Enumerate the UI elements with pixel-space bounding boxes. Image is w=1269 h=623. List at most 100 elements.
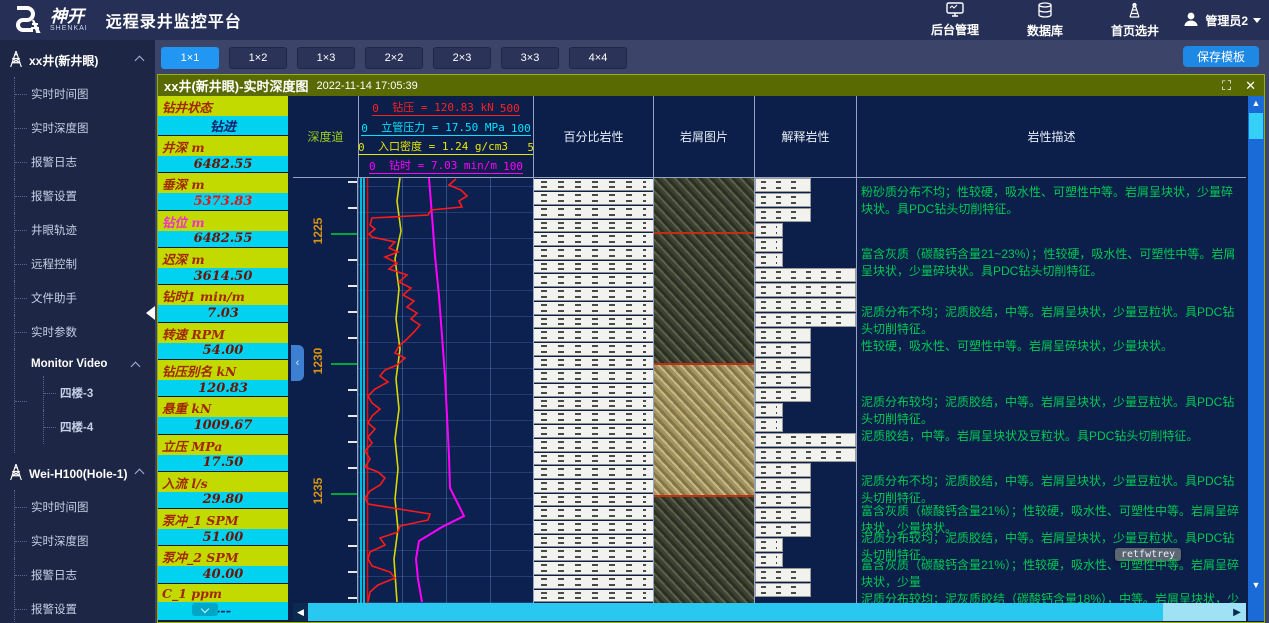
cuttings-photo-section — [654, 365, 754, 496]
sidebar-item-报警设置[interactable]: 报警设置 — [14, 179, 155, 213]
interpreted-lithology-bar — [755, 343, 811, 357]
parameter-label: 立压 MPa — [158, 435, 288, 455]
depth-minor-tick — [348, 545, 357, 547]
parameter-钻压别名: 钻压别名 kN120.83 — [158, 360, 288, 397]
interpreted-lithology-bar — [755, 523, 811, 537]
layout-tab-1×3[interactable]: 1×3 — [297, 47, 355, 69]
vertical-scrollbar[interactable]: ▲ ▼ — [1248, 96, 1264, 621]
interpreted-lithology-bar — [755, 553, 783, 567]
parameter-泵冲_2: 泵冲_2 SPM40.00 — [158, 546, 288, 583]
sidebar-item-实时时间图[interactable]: 实时时间图 — [14, 77, 155, 111]
parameter-迟深: 迟深 m3614.50 — [158, 248, 288, 285]
depth-minor-tick — [348, 441, 357, 443]
sidebar-item-Monitor Video[interactable]: Monitor Video四楼-3四楼-4 — [14, 349, 155, 453]
save-template-button[interactable]: 保存模板 — [1183, 46, 1259, 67]
layout-tab-3×3[interactable]: 3×3 — [501, 47, 559, 69]
sidebar-item-文件助手[interactable]: 文件助手 — [14, 281, 155, 315]
parameter-dropdown-button[interactable] — [192, 603, 218, 616]
interpreted-lithology-bar — [755, 238, 783, 252]
scroll-left-arrow-icon[interactable]: ◀ — [293, 603, 308, 621]
percent-lithology-row — [534, 316, 653, 329]
depth-minor-tick — [348, 181, 357, 183]
layout-tab-1×2[interactable]: 1×2 — [229, 47, 287, 69]
layout-tab-2×2[interactable]: 2×2 — [365, 47, 423, 69]
sidebar-item-报警日志[interactable]: 报警日志 — [14, 558, 155, 592]
sidebar-well-0[interactable]: xx井(新井眼) — [0, 40, 155, 77]
percent-lithology-row — [534, 329, 653, 342]
column-header-cuttings-photo: 岩屑图片 — [653, 96, 754, 178]
parameter-label: 井深 m — [158, 136, 288, 156]
admin-monitor-icon — [946, 2, 964, 20]
percent-lithology-row — [534, 302, 653, 315]
sidebar-well-1[interactable]: Wei-H100(Hole-1) — [0, 453, 155, 490]
sidebar-item-四楼-3[interactable]: 四楼-3 — [43, 376, 155, 410]
parameter-value: 7.03 — [158, 305, 288, 321]
sidebar-collapse-arrow-icon[interactable] — [146, 306, 155, 320]
percent-lithology-row — [534, 425, 653, 438]
well-select-derrick-icon — [1127, 2, 1142, 21]
percent-lithology-row — [534, 507, 653, 520]
parameter-立压: 立压 MPa17.50 — [158, 435, 288, 472]
sidebar-item-label: 远程控制 — [31, 259, 77, 271]
nav-database[interactable]: 数据库 — [1027, 2, 1063, 39]
parameter-钻位: 钻位 m6482.55 — [158, 211, 288, 248]
interpreted-lithology-bar — [755, 418, 783, 432]
close-icon[interactable]: ✕ — [1245, 79, 1256, 92]
sidebar-item-井眼轨迹[interactable]: 井眼轨迹 — [14, 213, 155, 247]
app-window: 神开 SHENKAI 远程录井监控平台 后台管理数据库首页选井 管理员2 xx井… — [0, 0, 1269, 623]
parameter-label: C_1 ppm — [158, 584, 288, 603]
parameter-label: 垂深 m — [158, 173, 288, 193]
parameter-value: --- — [158, 602, 288, 620]
parameter-C_1: C_1 ppm--- — [158, 584, 288, 621]
interpreted-lithology-bar — [755, 583, 811, 597]
interpreted-lithology-bar — [755, 493, 811, 507]
horizontal-scrollbar[interactable]: ◀ ▶ — [293, 603, 1246, 621]
header-nav: 后台管理 数据库 首页选井 — [931, 0, 1159, 40]
nav-well-select-derrick[interactable]: 首页选井 — [1111, 2, 1159, 39]
depth-label: 1230 — [311, 344, 325, 378]
interpreted-lithology-bar — [755, 298, 856, 312]
sidebar-item-实时深度图[interactable]: 实时深度图 — [14, 524, 155, 558]
sidebar-item-报警设置[interactable]: 报警设置 — [14, 592, 155, 623]
depth-minor-tick — [348, 207, 357, 209]
depth-major-tick — [331, 363, 357, 365]
fullscreen-icon[interactable]: ⛶ — [1222, 79, 1231, 92]
horizontal-scroll-thumb[interactable] — [308, 603, 1163, 621]
parameter-value: 1009.67 — [158, 417, 288, 433]
cuttings-photo-section — [654, 497, 754, 603]
interpreted-lithology-bar — [755, 463, 811, 477]
main-area: 1×1 1×2 1×3 2×2 2×3 3×3 4×4 保存模板 xx井(新井眼)-实时深度… — [155, 40, 1269, 623]
sidebar-item-远程控制[interactable]: 远程控制 — [14, 247, 155, 281]
interpreted-lithology-bar — [755, 433, 856, 447]
layout-tab-4×4[interactable]: 4×4 — [569, 47, 627, 69]
panel-titlebar: xx井(新井眼)-实时深度图 2022-11-14 17:05:39 ⛶ ✕ — [158, 75, 1264, 96]
scroll-right-arrow-icon[interactable]: ▶ — [1230, 603, 1244, 621]
percent-lithology-row — [534, 192, 653, 205]
column-header-percent-lithology: 百分比岩性 — [533, 96, 653, 178]
sidebar-item-实时深度图[interactable]: 实时深度图 — [14, 111, 155, 145]
interpreted-lithology-bar — [755, 358, 811, 372]
layout-tab-1×1[interactable]: 1×1 — [161, 47, 219, 69]
cuttings-photo-section — [654, 234, 754, 365]
sidebar-item-报警日志[interactable]: 报警日志 — [14, 145, 155, 179]
chart-body: 122512301235 retfwtrey 粉砂质分布不均；性较硬，吸水性、可… — [293, 178, 1246, 603]
layout-tab-2×3[interactable]: 2×3 — [433, 47, 491, 69]
database-icon — [1037, 2, 1053, 21]
depth-label: 1235 — [311, 474, 325, 508]
sidebar-item-四楼-4[interactable]: 四楼-4 — [43, 410, 155, 444]
scroll-down-arrow-icon[interactable]: ▼ — [1248, 578, 1264, 592]
curve-legend-钻时: 0钻时 = 7.03 min/m100 — [369, 157, 523, 174]
vertical-scroll-thumb[interactable] — [1249, 113, 1263, 139]
panel-expand-chevron-icon[interactable]: ‹ — [291, 345, 304, 381]
curve-legend-入口密度: 0入口密度 = 1.24 g/cm35 — [358, 138, 534, 155]
sidebar-item-实时参数[interactable]: 实时参数 — [14, 315, 155, 349]
page-title: 远程录井监控平台 — [106, 8, 242, 32]
sidebar-item-label: 实时深度图 — [31, 123, 89, 135]
scroll-up-arrow-icon[interactable]: ▲ — [1248, 96, 1264, 110]
sidebar-item-label: 实时时间图 — [31, 89, 89, 101]
nav-admin-monitor[interactable]: 后台管理 — [931, 2, 979, 38]
user-menu[interactable]: 管理员2 — [1182, 0, 1261, 40]
parameter-泵冲_1: 泵冲_1 SPM51.00 — [158, 509, 288, 546]
sidebar-item-实时时间图[interactable]: 实时时间图 — [14, 490, 155, 524]
interpreted-lithology-column — [754, 178, 856, 603]
